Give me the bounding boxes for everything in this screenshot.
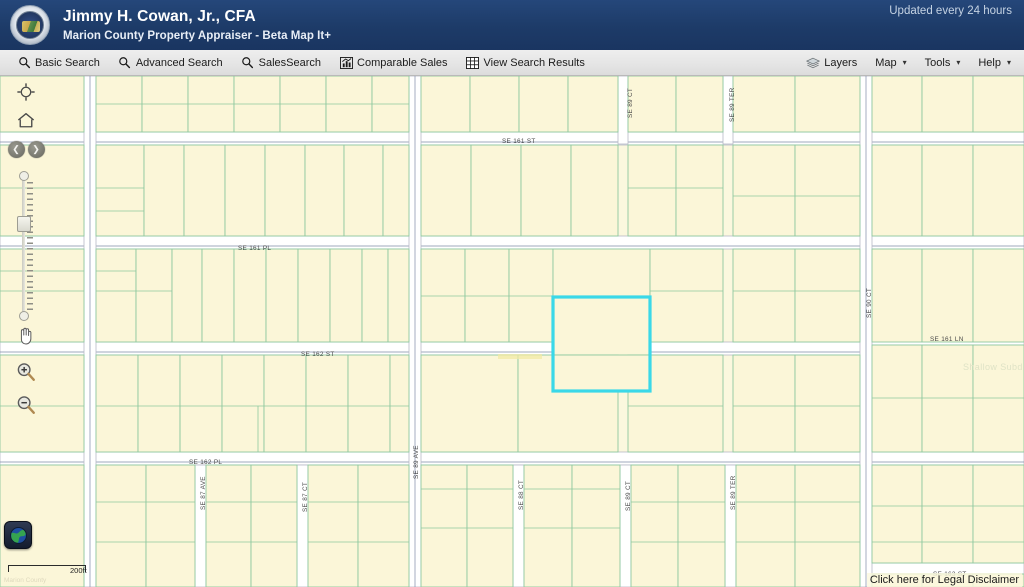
chevron-down-icon: ▾ [1006, 58, 1011, 67]
crosshair-locate-icon[interactable] [16, 82, 36, 107]
tools-menu-button[interactable]: Tools ▾ [916, 50, 970, 75]
sales-search-button[interactable]: SalesSearch [232, 50, 330, 75]
layers-label: Layers [824, 56, 858, 69]
table-grid-icon [466, 56, 480, 70]
zoom-slider-track[interactable] [22, 176, 25, 316]
search-icon [17, 56, 31, 70]
advanced-search-button[interactable]: Advanced Search [109, 50, 232, 75]
globe-overview-icon[interactable] [4, 521, 32, 549]
zoom-slider[interactable] [15, 170, 37, 321]
parcel-map-graphics: .pl { fill:#fbf6d8; stroke:#8ec89f; stro… [0, 76, 1024, 587]
tools-menu-label: Tools [924, 56, 951, 69]
chevron-down-icon: ▾ [956, 58, 961, 67]
nav-next-button[interactable]: ❯ [27, 141, 45, 158]
zoom-slider-min-end[interactable] [18, 311, 29, 321]
map-canvas[interactable]: .pl { fill:#fbf6d8; stroke:#8ec89f; stro… [0, 76, 1024, 587]
help-menu-button[interactable]: Help ▾ [969, 50, 1020, 75]
app-header: Jimmy H. Cowan, Jr., CFA Marion County P… [0, 0, 1024, 50]
basic-search-label: Basic Search [35, 56, 100, 69]
map-navigation-controls: ❮ ❯ [7, 82, 45, 421]
toolbar-left-group: Basic Search Advanced Search SalesSearch [8, 50, 594, 75]
legal-disclaimer-link[interactable]: Click here for Legal Disclaimer [866, 573, 1022, 587]
layers-icon [806, 56, 821, 70]
help-menu-label: Help [978, 56, 1001, 69]
home-icon[interactable] [16, 111, 36, 134]
advanced-search-label: Advanced Search [135, 56, 223, 69]
view-search-results-label: View Search Results [483, 56, 585, 69]
search-icon [118, 56, 132, 70]
toolbar-right-group: Layers Map ▾ Tools ▾ Help ▾ [797, 50, 1020, 75]
zoom-in-magnifier-icon[interactable] [15, 361, 37, 388]
layers-menu-button[interactable]: Layers [797, 50, 866, 75]
zoom-slider-ticks [27, 182, 33, 312]
main-toolbar: Basic Search Advanced Search SalesSearch [0, 50, 1024, 76]
map-credit-label: Marion County [4, 577, 47, 584]
page-subtitle: Marion County Property Appraiser - Beta … [63, 29, 332, 42]
nav-previous-button[interactable]: ❮ [7, 141, 25, 158]
basic-search-button[interactable]: Basic Search [8, 50, 109, 75]
search-icon [241, 56, 255, 70]
map-menu-button[interactable]: Map ▾ [866, 50, 915, 75]
header-titles: Jimmy H. Cowan, Jr., CFA Marion County P… [63, 7, 331, 43]
comparable-sales-label: Comparable Sales [357, 56, 448, 69]
bar-chart-icon [339, 56, 353, 70]
scale-bar: 200ft [8, 562, 87, 575]
county-seal-icon [10, 5, 50, 45]
page-title: Jimmy H. Cowan, Jr., CFA [63, 8, 256, 26]
zoom-slider-handle[interactable] [17, 216, 31, 232]
zoom-slider-max-end[interactable] [18, 171, 29, 181]
scale-bar-label: 200ft [70, 566, 87, 575]
comparable-sales-button[interactable]: Comparable Sales [330, 50, 457, 75]
pan-hand-icon[interactable] [15, 324, 37, 351]
map-application: Jimmy H. Cowan, Jr., CFA Marion County P… [0, 0, 1024, 587]
view-search-results-button[interactable]: View Search Results [457, 50, 594, 75]
history-nav-arrows: ❮ ❯ [7, 141, 45, 158]
chevron-down-icon: ▾ [902, 58, 907, 67]
sales-search-label: SalesSearch [258, 56, 322, 69]
zoom-out-magnifier-icon[interactable] [15, 394, 37, 421]
map-menu-label: Map [875, 56, 897, 69]
updated-note: Updated every 24 hours [889, 5, 1012, 17]
